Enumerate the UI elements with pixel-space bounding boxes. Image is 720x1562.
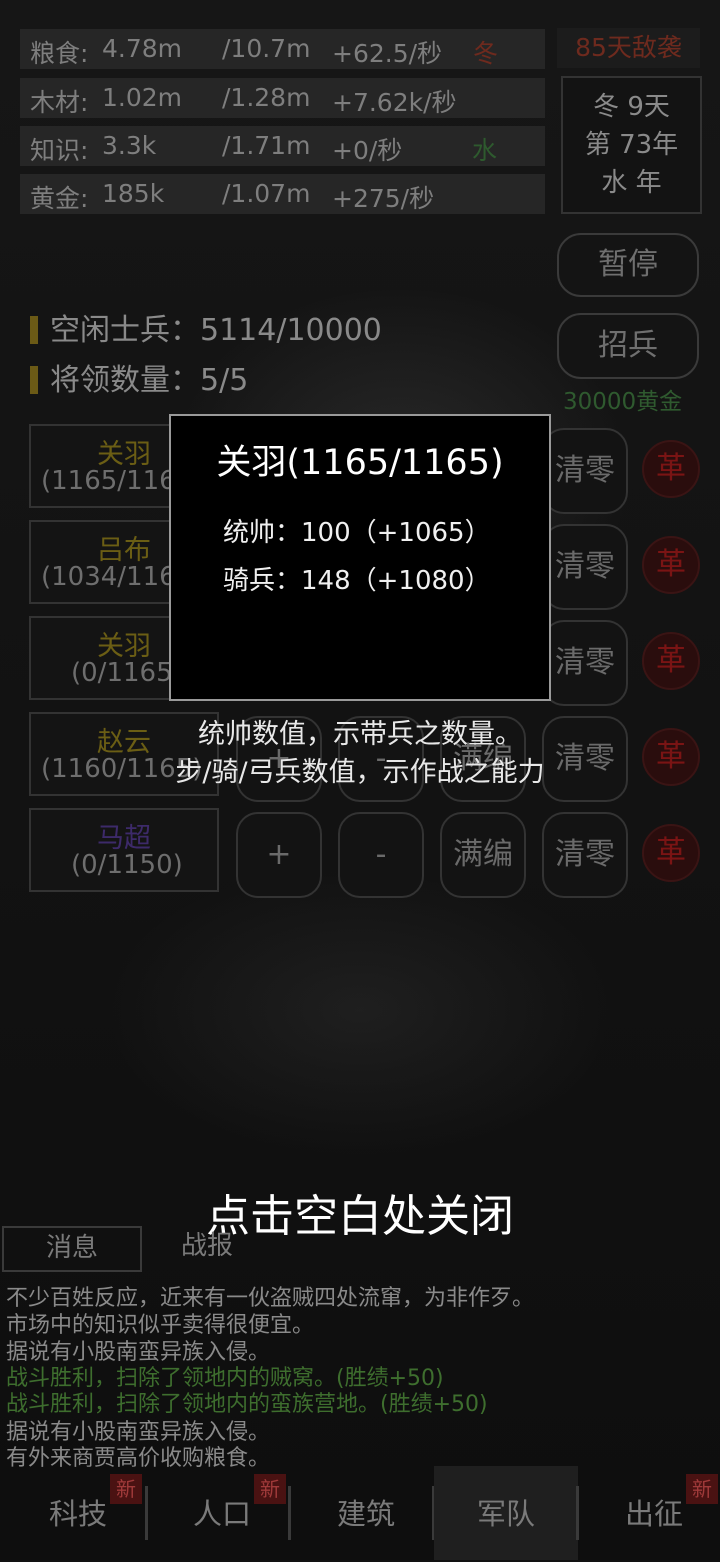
calendar-year: 第 73年 <box>584 130 679 160</box>
general-card[interactable]: 马超 (0/1150) <box>29 808 219 892</box>
resource-cap: /10.7m <box>222 34 311 63</box>
clear-button[interactable]: 清零 <box>542 620 628 706</box>
remove-troops-button[interactable]: - <box>338 812 424 898</box>
general-troops: (0/1150) <box>71 850 183 880</box>
full-button[interactable]: 满编 <box>440 812 526 898</box>
recruit-cost: 30000黄金 <box>563 389 683 415</box>
reform-button[interactable]: 革 <box>642 536 700 594</box>
idle-soldiers-stat: 空闲士兵：5114/10000 <box>30 305 382 349</box>
element-indicator: 水 <box>472 136 498 165</box>
resource-name: 木材: <box>30 88 89 117</box>
reform-button[interactable]: 革 <box>642 440 700 498</box>
resource-row-food: 粮食: 4.78m /10.7m +62.5/秒 冬 <box>20 29 545 69</box>
clear-button[interactable]: 清零 <box>542 812 628 898</box>
resource-rate: +275/秒 <box>332 184 435 213</box>
resource-cap: /1.71m <box>222 131 311 160</box>
resource-row-gold: 黄金: 185k /1.07m +275/秒 <box>20 174 545 214</box>
reform-button[interactable]: 革 <box>642 824 700 882</box>
new-badge: 新 <box>110 1474 142 1504</box>
resource-name: 粮食: <box>30 39 89 68</box>
modal-title: 关羽(1165/1165) <box>216 443 504 483</box>
season-indicator: 冬 <box>473 39 499 68</box>
reform-button[interactable]: 革 <box>642 632 700 690</box>
resource-row-knowledge: 知识: 3.3k /1.71m +0/秒 水 <box>20 126 545 166</box>
clear-button[interactable]: 清零 <box>542 524 628 610</box>
resource-row-wood: 木材: 1.02m /1.28m +7.62k/秒 <box>20 78 545 118</box>
new-badge: 新 <box>254 1474 286 1504</box>
resource-cap: /1.07m <box>222 179 311 208</box>
nav-separator <box>288 1486 291 1540</box>
general-count-stat: 将领数量：5/5 <box>30 355 248 399</box>
tab-messages[interactable]: 消息 <box>2 1226 142 1272</box>
calendar-box: 冬 9天 第 73年 水 年 <box>561 76 702 214</box>
calendar-day: 冬 9天 <box>593 92 670 122</box>
calendar-element-year: 水 年 <box>601 168 662 198</box>
add-troops-button[interactable]: + <box>236 812 322 898</box>
recruit-button[interactable]: 招兵 <box>557 313 699 379</box>
resource-rate: +7.62k/秒 <box>332 88 457 117</box>
nav-separator <box>145 1486 148 1540</box>
general-detail-modal: 关羽(1165/1165) 统帅：100（+1065） 骑兵：148（+1080… <box>169 414 551 701</box>
resource-amount: 185k <box>102 179 165 208</box>
resource-name: 黄金: <box>30 184 89 213</box>
new-badge: 新 <box>686 1474 718 1504</box>
resource-rate: +62.5/秒 <box>332 39 443 68</box>
clear-button[interactable]: 清零 <box>542 428 628 514</box>
resource-name: 知识: <box>30 136 89 165</box>
resource-amount: 4.78m <box>102 34 183 63</box>
nav-building[interactable]: 建筑 <box>294 1466 438 1560</box>
resource-amount: 1.02m <box>102 83 183 112</box>
resource-rate: +0/秒 <box>332 136 403 165</box>
tab-battle-report[interactable]: 战报 <box>144 1226 270 1272</box>
nav-army[interactable]: 军队 <box>434 1466 578 1560</box>
idle-soldiers-text: 空闲士兵：5114/10000 <box>50 313 382 348</box>
help-text-line2: 步/骑/弓兵数值，示作战之能力 <box>175 757 545 788</box>
stat-bar-icon <box>30 366 38 394</box>
general-count-text: 将领数量：5/5 <box>50 363 249 398</box>
cavalry-stat: 骑兵：148（+1080） <box>223 566 491 596</box>
stat-bar-icon <box>30 316 38 344</box>
command-stat: 统帅：100（+1065） <box>223 518 491 548</box>
resource-amount: 3.3k <box>102 131 157 160</box>
enemy-attack-countdown: 85天敌袭 <box>557 28 700 68</box>
pause-button[interactable]: 暂停 <box>557 233 699 297</box>
nav-separator <box>576 1486 579 1540</box>
help-text-line1: 统帅数值，示带兵之数量。 <box>198 719 522 750</box>
resource-cap: /1.28m <box>222 83 311 112</box>
